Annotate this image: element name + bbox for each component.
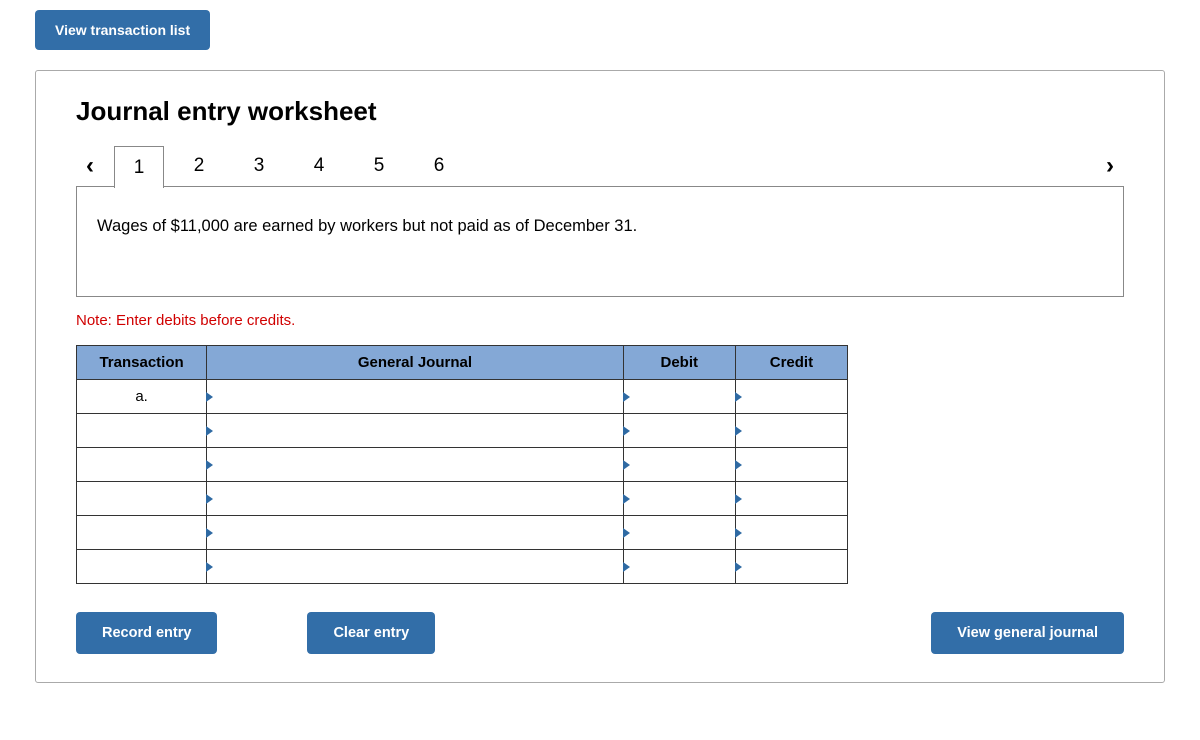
header-transaction: Transaction xyxy=(77,346,207,380)
cell-general-journal[interactable] xyxy=(207,482,624,516)
header-credit: Credit xyxy=(735,346,847,380)
cell-general-journal[interactable] xyxy=(207,380,624,414)
cell-transaction xyxy=(77,516,207,550)
header-general-journal: General Journal xyxy=(207,346,624,380)
tab-3[interactable]: 3 xyxy=(234,145,284,187)
tab-1[interactable]: 1 xyxy=(114,146,164,188)
cell-credit[interactable] xyxy=(735,380,847,414)
table-row xyxy=(77,482,848,516)
tab-5[interactable]: 5 xyxy=(354,145,404,187)
cell-debit[interactable] xyxy=(623,550,735,584)
transaction-description: Wages of $11,000 are earned by workers b… xyxy=(76,186,1124,297)
cell-transaction xyxy=(77,414,207,448)
actions-row: Record entry Clear entry View general jo… xyxy=(76,612,1124,654)
cell-debit[interactable] xyxy=(623,380,735,414)
cell-transaction xyxy=(77,550,207,584)
table-row xyxy=(77,414,848,448)
tab-4[interactable]: 4 xyxy=(294,145,344,187)
page-title: Journal entry worksheet xyxy=(76,96,1124,127)
cell-general-journal[interactable] xyxy=(207,516,624,550)
cell-debit[interactable] xyxy=(623,516,735,550)
cell-transaction xyxy=(77,448,207,482)
tab-6[interactable]: 6 xyxy=(414,145,464,187)
cell-debit[interactable] xyxy=(623,482,735,516)
cell-credit[interactable] xyxy=(735,414,847,448)
view-transaction-list-button[interactable]: View transaction list xyxy=(35,10,210,50)
chevron-right-icon[interactable]: › xyxy=(1096,152,1124,180)
record-entry-button[interactable]: Record entry xyxy=(76,612,217,654)
table-row xyxy=(77,550,848,584)
cell-debit[interactable] xyxy=(623,448,735,482)
cell-credit[interactable] xyxy=(735,516,847,550)
view-general-journal-button[interactable]: View general journal xyxy=(931,612,1124,654)
tabs-row: ‹ 1 2 3 4 5 6 › xyxy=(76,145,1124,187)
table-row xyxy=(77,448,848,482)
cell-credit[interactable] xyxy=(735,482,847,516)
journal-table: Transaction General Journal Debit Credit… xyxy=(76,345,848,584)
cell-credit[interactable] xyxy=(735,550,847,584)
note-text: Note: Enter debits before credits. xyxy=(76,312,1124,329)
cell-debit[interactable] xyxy=(623,414,735,448)
cell-general-journal[interactable] xyxy=(207,550,624,584)
tab-2[interactable]: 2 xyxy=(174,145,224,187)
worksheet-panel: Journal entry worksheet ‹ 1 2 3 4 5 6 › … xyxy=(35,70,1165,683)
cell-transaction: a. xyxy=(77,380,207,414)
table-row xyxy=(77,516,848,550)
chevron-left-icon[interactable]: ‹ xyxy=(76,152,104,180)
table-row: a. xyxy=(77,380,848,414)
cell-general-journal[interactable] xyxy=(207,414,624,448)
cell-general-journal[interactable] xyxy=(207,448,624,482)
cell-transaction xyxy=(77,482,207,516)
clear-entry-button[interactable]: Clear entry xyxy=(307,612,435,654)
header-debit: Debit xyxy=(623,346,735,380)
cell-credit[interactable] xyxy=(735,448,847,482)
